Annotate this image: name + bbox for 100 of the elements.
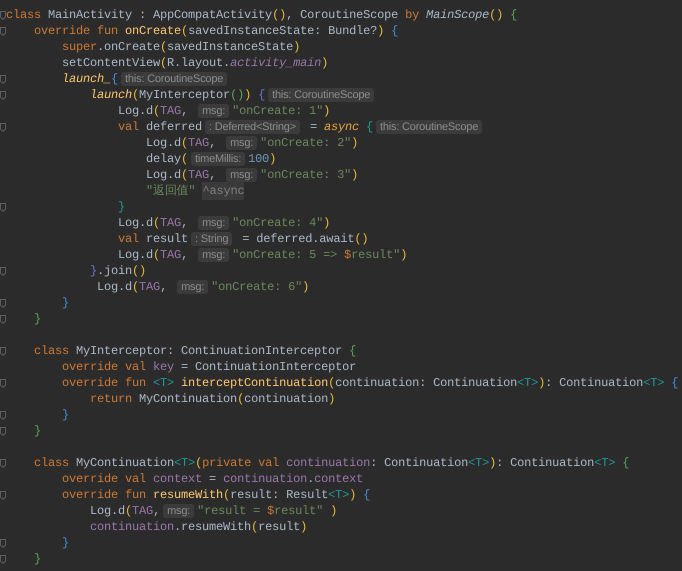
keyword: class [33,343,70,360]
brace: } [33,551,42,568]
code-text: continuation: Continuation [335,375,518,392]
code-text: , [181,103,190,120]
brace: { [349,343,356,360]
code-text: Log.d [117,247,154,264]
string-literal: "onCreate: 4" [232,215,324,232]
code-text: Log.d [145,167,182,184]
code-text: continuation [244,391,328,408]
code-text: = deferred.await [241,231,354,248]
string-literal: result" [274,503,324,520]
property-name: continuation [286,455,370,472]
brace: { [111,71,118,88]
code-text: Log.d [89,503,126,520]
inlay-hint: : String [191,232,232,246]
type-parameter: <T> [174,455,196,472]
brace: { [362,487,370,504]
type-parameter: <T> [594,455,616,472]
property-name: TAG [188,167,210,184]
brace: } [117,199,126,216]
inlay-hint: timeMillis: [191,152,246,166]
brace: { [390,23,398,40]
bracket: ) [328,391,336,408]
function-name: interceptContinuation [180,375,328,392]
keyword: return [89,391,134,408]
string-literal: result" [351,247,400,264]
bracket: ( [153,247,160,264]
bracket: ) [400,247,408,264]
code-text: = ContinuationInterceptor [180,359,356,376]
bracket: ) [377,23,384,40]
brace: } [61,407,70,424]
inlay-hint: this: CoroutineScope [376,120,482,134]
inlay-hint: msg: [198,104,230,118]
inlay-hint: msg: [177,280,208,294]
code-text: .onCreate [97,39,160,56]
type-parameter: <T> [517,375,538,392]
property-name: context [314,471,364,488]
code-text: Log.d [117,215,154,232]
bracket: ) [323,215,330,232]
bracket: ( [328,375,336,392]
code-text: result [146,231,188,248]
property-name: TAG [188,135,210,152]
string-literal: "onCreate: 2" [260,135,352,152]
code-text: delay [145,151,182,168]
code-text: : Continuation [370,455,468,472]
bracket: () [489,7,504,24]
code-text: MyInterceptor: ContinuationInterceptor [76,343,344,360]
property-name: TAG [160,215,182,232]
string-literal: "onCreate: 3" [260,167,352,184]
function-name: onCreate [125,23,182,40]
bracket: ) [351,167,358,184]
code-text: savedInstanceState [167,39,294,56]
keyword: private val [202,455,280,472]
function-call: async [324,119,359,136]
keyword: override fun [61,487,148,504]
code-text: .resumeWith [174,519,252,536]
property-name: continuation [223,471,308,488]
function-call: launch [89,87,132,104]
brace: } [33,311,42,328]
bracket: ( [181,135,188,152]
inlay-hint: msg: [198,216,230,230]
code-text: deferred [146,119,202,136]
function-call: launch_ [61,71,112,88]
code-text: result: Result [230,487,328,504]
bracket: ) [538,375,546,392]
bracket: ) [244,87,252,104]
code-text: MyContinuation [76,455,174,472]
inlay-hint: : Deferred<String> [205,120,300,134]
code-text: . [307,471,314,488]
code-text: result [258,519,300,536]
brace: } [33,423,42,440]
brace: { [670,375,678,392]
keyword: override fun [61,375,148,392]
brace: { [621,455,630,472]
code-text: , [153,503,160,520]
type-parameter: <T> [153,375,174,392]
code-text: : Continuation [545,375,644,392]
code-text: , [181,215,190,232]
bracket: ) [351,135,358,152]
type-parameter: <T> [643,375,664,392]
code-text: MyContinuation [139,391,238,408]
inlay-hint: this: CoroutineScope [121,72,228,86]
type-parameter: <T> [328,487,350,504]
brace: } [61,535,70,552]
property-name: key [153,359,174,376]
bracket: () [132,263,146,280]
bracket: ( [251,519,258,536]
brace: } [61,295,70,312]
property-name: activity_main [230,55,322,72]
bracket: ) [329,503,338,520]
bracket: ) [489,455,496,472]
string-literal: "onCreate: 1" [232,103,324,120]
property-name: continuation [89,519,174,536]
property-name: TAG [132,503,154,520]
bracket: ) [323,103,330,120]
property-name: context [153,471,202,488]
code-text: Log.d [117,103,154,120]
code-text: Log.d [96,279,132,296]
bracket: ) [349,487,356,504]
code-text: savedInstanceState: Bundle? [188,23,378,40]
